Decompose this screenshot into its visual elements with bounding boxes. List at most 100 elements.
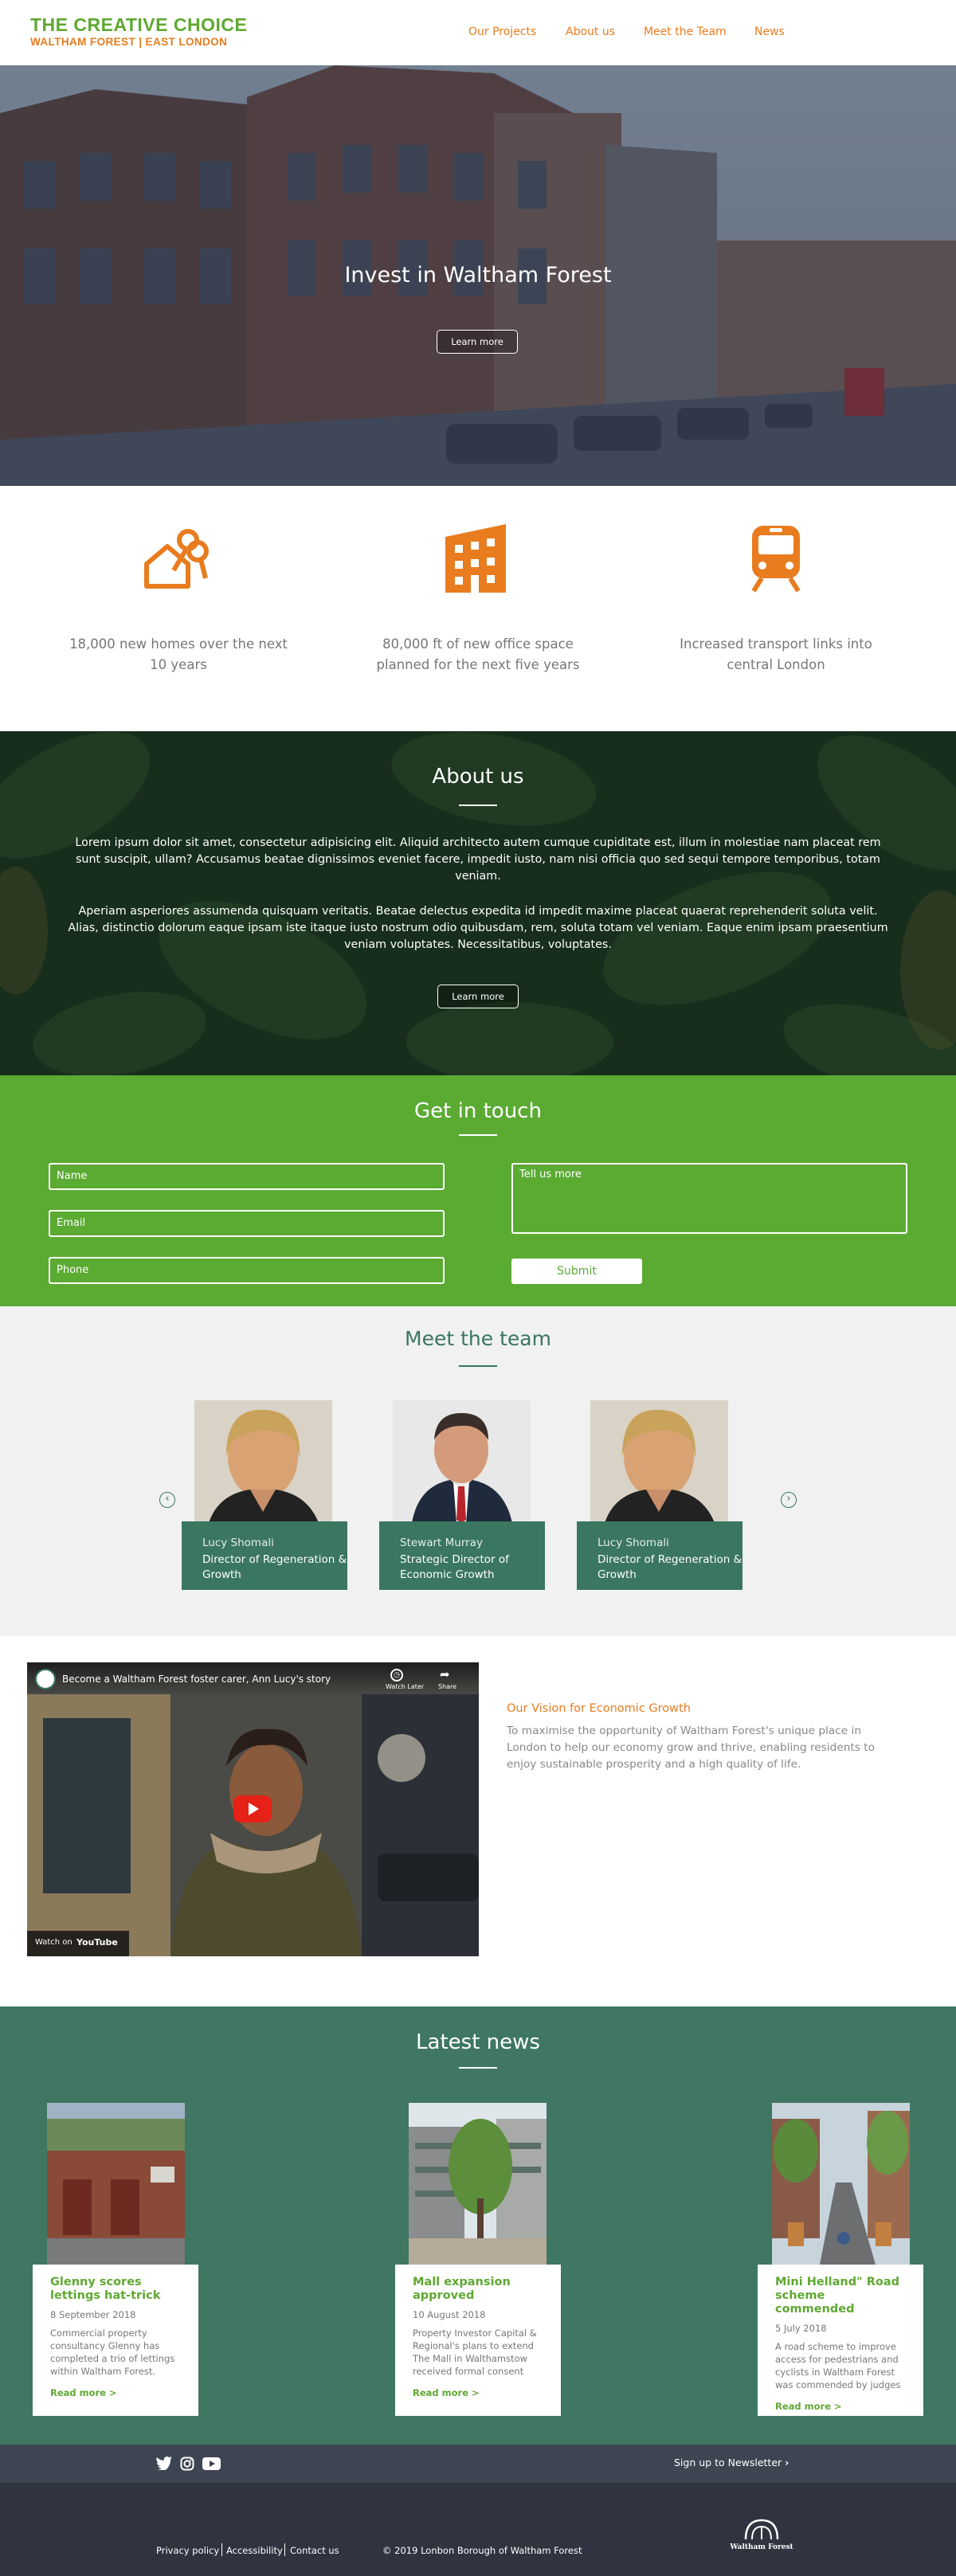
team-member-name: Lucy Shomali [598,1537,669,1549]
team-prev-arrow[interactable]: ‹ [159,1492,175,1508]
watch-on-youtube-bar[interactable]: Watch on YouTube [27,1931,129,1956]
team-member-role: Strategic Director of Economic Growth [400,1553,509,1581]
chevron-right-icon: › [785,2457,789,2468]
news-excerpt: Property Investor Capital & Regional's p… [413,2327,537,2377]
news-date: 5 July 2018 [775,2323,827,2334]
train-icon [751,526,801,593]
team-member-name: Stewart Murray [400,1537,483,1549]
instagram-icon[interactable] [180,2457,194,2471]
team-member-role: Director of Regeneration & Growth [598,1553,742,1581]
news-card-2[interactable]: Mall expansion approved 10 August 2018 P… [395,2265,561,2416]
footer-divider [221,2543,222,2556]
submit-button[interactable]: Submit [511,1259,642,1284]
footer-divider [284,2543,285,2556]
share-icon[interactable]: ➦ [440,1667,450,1681]
footer-bottom-bar [0,2483,956,2576]
news-image-3 [772,2103,910,2265]
house-keys-icon [144,529,209,589]
newsletter-link[interactable]: Sign up to Newsletter › [674,2457,789,2468]
hero-title: Invest in Waltham Forest [344,263,612,288]
youtube-play-icon[interactable] [233,1795,272,1822]
team-card-1[interactable]: Lucy Shomali Director of Regeneration & … [182,1521,347,1590]
site-header: THE CREATIVE CHOICE WALTHAM FOREST | EAS… [0,0,956,65]
team-section: Meet the team ‹ › Lucy Shomali Director … [0,1306,956,1636]
channel-avatar[interactable] [35,1669,56,1689]
nav-about-us[interactable]: About us [566,25,615,38]
about-paragraph-1: Lorem ipsum dolor sit amet, consectetur … [75,836,881,883]
about-title-rule [459,805,497,806]
phone-field[interactable]: Phone [49,1257,445,1284]
waltham-forest-logo[interactable]: Waltham Forest [730,2517,793,2558]
contact-title-rule [459,1134,497,1136]
news-excerpt: Commercial property consultancy Glenny h… [50,2327,175,2377]
read-more-link[interactable]: Read more > [50,2387,181,2398]
team-member-role: Director of Regeneration & Growth [202,1553,347,1581]
news-headline[interactable]: Mini Helland" Road scheme commended [775,2276,906,2316]
news-headline[interactable]: Glenny scores lettings hat-trick [50,2276,181,2303]
news-headline[interactable]: Mall expansion approved [413,2276,543,2303]
watch-on-label: Watch on [35,1938,72,1947]
news-image-2 [409,2103,547,2265]
team-title-rule [459,1365,497,1367]
name-field[interactable]: Name [49,1163,445,1190]
contact-us-link[interactable]: Contact us [290,2545,339,2556]
news-card-3[interactable]: Mini Helland" Road scheme commended 5 Ju… [758,2265,923,2416]
hero-banner: Invest in Waltham Forest Learn more [0,65,956,486]
logo-title: THE CREATIVE CHOICE [30,14,248,35]
site-logo[interactable]: THE CREATIVE CHOICE WALTHAM FOREST | EAS… [30,14,247,49]
team-photo-stewart-murray [393,1400,531,1523]
stat-office-text: 80,000 ft of new office space planned fo… [376,636,580,672]
team-card-3[interactable]: Lucy Shomali Director of Regeneration & … [577,1521,742,1590]
about-section: About us Lorem ipsum dolor sit amet, con… [0,731,956,1075]
tree-logo-icon [744,2519,779,2540]
contact-section: Get in touch Name Email Phone Tell us mo… [0,1075,956,1306]
nav-our-projects[interactable]: Our Projects [468,25,536,38]
privacy-policy-link[interactable]: Privacy policy [156,2545,219,2556]
office-building-icon [445,524,506,593]
news-section: Latest news Glenny scores lettings hat-t… [0,2006,956,2445]
stat-homes-text: 18,000 new homes over the next 10 years [69,636,288,672]
video-title[interactable]: Become a Waltham Forest foster carer, An… [62,1674,331,1685]
watch-later-icon[interactable]: ◷ [390,1669,403,1681]
team-photo-lucy-shomali [590,1400,728,1523]
watch-later-label[interactable]: Watch Later [386,1683,424,1690]
read-more-link[interactable]: Read more > [413,2387,543,2398]
contact-title: Get in touch [414,1099,542,1123]
about-title: About us [432,765,524,789]
logo-subtitle: WALTHAM FOREST | EAST LONDON [30,36,228,48]
message-field[interactable]: Tell us more [511,1163,907,1234]
stat-transport-text: Increased transport links into central L… [680,636,872,672]
nav-news[interactable]: News [754,25,785,38]
news-date: 8 September 2018 [50,2309,136,2320]
team-card-2[interactable]: Stewart Murray Strategic Director of Eco… [379,1521,545,1590]
youtube-icon[interactable] [202,2457,221,2470]
vision-title: Our Vision for Economic Growth [507,1702,691,1715]
news-title-rule [459,2067,497,2069]
nav-meet-the-team[interactable]: Meet the Team [644,25,727,38]
footer-top-bar: Sign up to Newsletter › [0,2445,956,2483]
news-card-1[interactable]: Glenny scores lettings hat-trick 8 Septe… [33,2265,198,2416]
video-embed[interactable]: Become a Waltham Forest foster carer, An… [27,1662,479,1956]
team-next-arrow[interactable]: › [781,1492,797,1508]
newsletter-label: Sign up to Newsletter [674,2457,782,2468]
team-member-name: Lucy Shomali [202,1537,274,1549]
news-image-1 [47,2103,185,2265]
accessibility-link[interactable]: Accessibility [226,2545,283,2556]
share-label[interactable]: Share [438,1683,456,1690]
logo-wordmark: Waltham Forest [730,2543,793,2551]
read-more-link[interactable]: Read more > [775,2401,906,2412]
about-paragraph-2: Aperiam asperiores assumenda quisquam ve… [68,905,888,951]
team-title: Meet the team [405,1327,551,1350]
hero-learn-more-button[interactable]: Learn more [437,330,518,354]
about-learn-more-button[interactable]: Learn more [437,985,519,1008]
copyright-text: © 2019 Lonbon Borough of Waltham Forest [382,2545,582,2556]
news-excerpt: A road scheme to improve access for pede… [775,2341,901,2390]
vision-text: To maximise the opportunity of Waltham F… [507,1725,876,1771]
twitter-icon[interactable] [156,2457,172,2470]
team-photo-lucy-shomali [194,1400,332,1523]
news-title: Latest news [416,2030,540,2054]
youtube-logo: YouTube [76,1937,118,1948]
stats-section: 18,000 new homes over the next 10 years … [0,486,956,731]
email-field[interactable]: Email [49,1210,445,1237]
news-date: 10 August 2018 [413,2309,486,2320]
